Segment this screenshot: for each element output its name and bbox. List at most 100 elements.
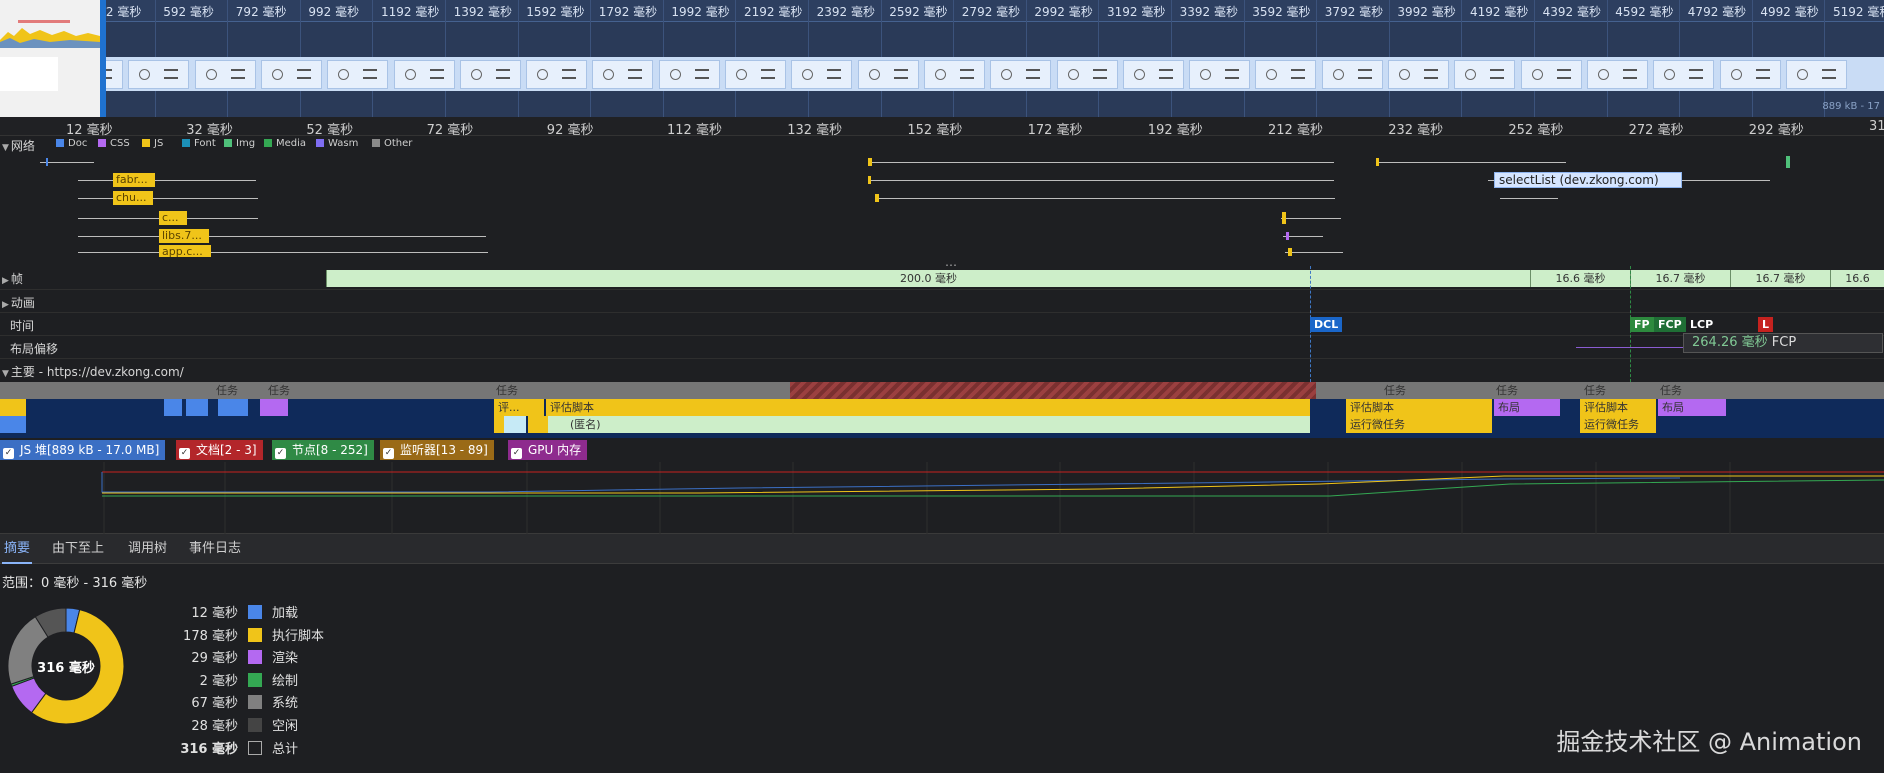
network-track-header[interactable]: ▼ 网络 [2, 137, 35, 154]
load-block[interactable] [186, 399, 208, 416]
microtask-block[interactable]: 运行微任务 [1580, 416, 1656, 433]
eval-script-block[interactable]: 评估脚本 [546, 399, 1310, 416]
layout-block[interactable]: 布局 [1658, 399, 1726, 416]
anonymous-block[interactable]: (匿名) [548, 416, 1310, 433]
eval-script-block[interactable]: 评估脚本 [1580, 399, 1656, 416]
screenshot-thumbnail[interactable] [592, 60, 654, 89]
overview-selection-handle[interactable] [100, 0, 106, 117]
load-block[interactable] [0, 416, 26, 433]
frame-block[interactable]: 16.7 毫秒 [1730, 270, 1830, 287]
counter-toggle[interactable]: ✓ 文档[2 - 3] [176, 440, 263, 460]
screenshot-thumbnail[interactable] [459, 60, 521, 89]
task-block[interactable]: 任务 [1492, 382, 1572, 399]
script-block[interactable] [0, 399, 26, 416]
screenshot-thumbnail[interactable] [1056, 60, 1118, 89]
parse-block[interactable] [504, 416, 526, 433]
screenshot-thumbnail[interactable] [1321, 60, 1383, 89]
task-block[interactable]: 任务 [1580, 382, 1656, 399]
eval-script-block[interactable]: 评估脚本 [1346, 399, 1492, 416]
frame-block[interactable]: 200.0 毫秒 [326, 270, 1530, 287]
tab-event-log[interactable]: 事件日志 [187, 534, 243, 564]
task-block[interactable]: 任务 [492, 382, 792, 399]
js-request[interactable] [1288, 248, 1292, 256]
checkbox-icon[interactable]: ✓ [3, 448, 14, 459]
css-request[interactable] [1286, 232, 1289, 240]
eval-short-block[interactable]: 评... [494, 399, 544, 416]
task-block[interactable]: 任务 [264, 382, 320, 399]
frame-block[interactable]: 16.6 毫秒 [1530, 270, 1630, 287]
screenshot-thumbnail[interactable] [194, 60, 256, 89]
collapse-triangle-icon[interactable]: ▼ [2, 369, 9, 379]
load-marker[interactable]: L [1758, 317, 1774, 332]
fp-marker[interactable]: FP [1630, 317, 1654, 332]
network-track[interactable]: ▼ 网络 Doc CSS JS Font Img Media Wasm Other fabr..… [0, 136, 1884, 272]
request-bar[interactable]: app.c... [159, 245, 211, 257]
screenshot-thumbnail[interactable] [857, 60, 919, 89]
request-bar[interactable]: fabr... [113, 173, 155, 187]
screenshot-thumbnail[interactable] [260, 60, 322, 89]
screenshot-thumbnail[interactable] [1255, 60, 1317, 89]
long-task-warning[interactable] [790, 382, 1316, 399]
layout-block[interactable]: 布局 [1494, 399, 1560, 416]
screenshot-thumbnail[interactable] [1653, 60, 1715, 89]
counter-toggle[interactable]: ✓ 监听器[13 - 89] [380, 440, 494, 460]
tab-summary[interactable]: 摘要 [2, 534, 33, 564]
js-request[interactable] [875, 194, 879, 202]
screenshot-thumbnail[interactable] [990, 60, 1052, 89]
task-block[interactable]: 任务 [1656, 382, 1734, 399]
checkbox-icon[interactable]: ✓ [275, 448, 286, 459]
frame-block[interactable]: 16.7 毫秒 [1630, 270, 1730, 287]
task-block[interactable]: 任务 [212, 382, 268, 399]
overview-selection-window[interactable] [0, 0, 104, 117]
js-request[interactable] [868, 158, 872, 166]
screenshot-thumbnail[interactable] [1388, 60, 1449, 89]
screenshot-thumbnail[interactable] [1454, 60, 1516, 89]
lcp-marker[interactable]: LCP [1686, 317, 1717, 332]
counter-toggle[interactable]: ✓ GPU 内存 [508, 440, 588, 460]
timeline-overview[interactable]: 192 毫秒392 毫秒592 毫秒792 毫秒992 毫秒1192 毫秒139… [0, 0, 1884, 117]
screenshot-thumbnail[interactable] [923, 60, 985, 89]
screenshot-thumbnail[interactable] [327, 60, 389, 89]
doc-request[interactable] [46, 158, 48, 166]
request-bar[interactable]: libs.7... [159, 229, 209, 243]
screenshot-thumbnail[interactable] [791, 60, 853, 89]
timeline-tracks[interactable]: ▶ 帧 ▶ 动画 时间 布局偏移 ▼ 主要 - https://dev.zkong.c… [0, 266, 1884, 438]
expand-triangle-icon[interactable]: ▶ [2, 300, 9, 310]
tab-bottom-up[interactable]: 由下至上 [50, 534, 106, 564]
screenshot-thumbnail[interactable] [393, 60, 455, 89]
main-thread-header[interactable]: ▼ 主要 - https://dev.zkong.com/ [2, 363, 184, 380]
animation-track-header[interactable]: ▶ 动画 [2, 294, 35, 311]
fcp-marker[interactable]: FCP [1654, 317, 1686, 332]
script-block[interactable] [528, 416, 548, 433]
load-block[interactable] [218, 399, 248, 416]
load-block[interactable] [164, 399, 182, 416]
screenshot-thumbnail[interactable] [1122, 60, 1184, 89]
memory-counters[interactable]: ✓ JS 堆[889 kB - 17.0 MB] ✓ 文档[2 - 3] ✓ 节点[8 -… [0, 438, 1884, 462]
screenshot-thumbnail[interactable] [658, 60, 720, 89]
checkbox-icon[interactable]: ✓ [179, 448, 190, 459]
screenshot-thumbnail[interactable] [128, 60, 190, 89]
js-request[interactable] [868, 176, 871, 184]
request-bar[interactable]: chu... [113, 191, 153, 205]
screenshot-thumbnail[interactable] [1785, 60, 1847, 89]
screenshot-thumbnail[interactable] [1586, 60, 1648, 89]
frame-block[interactable]: 16.6 [1830, 270, 1884, 287]
microtask-block[interactable]: 运行微任务 [1346, 416, 1492, 433]
collapse-triangle-icon[interactable]: ▼ [2, 143, 9, 153]
screenshot-thumbnail[interactable] [1520, 60, 1582, 89]
counter-toggle[interactable]: ✓ 节点[8 - 252] [272, 440, 374, 460]
frames-track-header[interactable]: ▶ 帧 [2, 270, 23, 287]
request-bar[interactable]: c... [159, 211, 187, 225]
tab-call-tree[interactable]: 调用树 [126, 534, 169, 564]
checkbox-icon[interactable]: ✓ [383, 448, 394, 459]
img-request[interactable] [1786, 156, 1790, 168]
js-request[interactable] [1282, 212, 1286, 224]
screenshot-thumbnail[interactable] [1719, 60, 1781, 89]
counter-toggle[interactable]: ✓ JS 堆[889 kB - 17.0 MB] [0, 440, 166, 460]
js-request[interactable] [1376, 158, 1379, 166]
expand-triangle-icon[interactable]: ▶ [2, 276, 9, 286]
screenshot-thumbnail[interactable] [1189, 60, 1251, 89]
screenshot-thumbnail[interactable] [725, 60, 786, 89]
screenshot-thumbnail[interactable] [526, 60, 588, 89]
render-block[interactable] [260, 399, 288, 416]
